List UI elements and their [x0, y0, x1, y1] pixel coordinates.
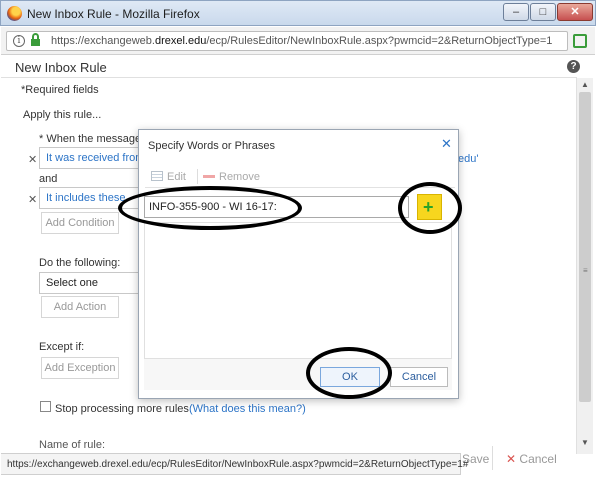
- stop-processing-checkbox[interactable]: [40, 401, 51, 412]
- edit-icon: [151, 171, 163, 181]
- what-does-this-mean-link[interactable]: (What does this mean?): [189, 403, 306, 415]
- status-url: https://exchangeweb.drexel.edu/ecp/Rules…: [7, 459, 469, 470]
- navigation-bar: i https://exchangeweb.drexel.edu/ecp/Rul…: [1, 27, 595, 55]
- footer-divider: [492, 446, 493, 470]
- and-label: and: [39, 173, 58, 185]
- add-condition-button[interactable]: Add Condition: [41, 212, 119, 234]
- phrase-input[interactable]: INFO-355-900 - WI 16-17:: [144, 196, 409, 218]
- url-input[interactable]: i https://exchangeweb.drexel.edu/ecp/Rul…: [6, 31, 568, 51]
- apply-rule-label: Apply this rule...: [23, 109, 102, 121]
- info-icon[interactable]: i: [13, 35, 25, 47]
- condition-1-link[interactable]: It was received from: [46, 152, 144, 164]
- cancel-x-icon: ✕: [506, 452, 517, 466]
- firefox-logo-icon: [7, 6, 22, 21]
- toolbar-divider: [197, 169, 198, 184]
- scroll-thumb[interactable]: ≡: [579, 92, 591, 402]
- phrase-list[interactable]: [144, 222, 452, 359]
- remove-condition-2-icon[interactable]: ✕: [28, 193, 37, 206]
- remove-button[interactable]: Remove: [219, 171, 260, 183]
- scroll-down-icon[interactable]: ▼: [581, 438, 589, 447]
- lock-icon: [31, 33, 40, 46]
- page-scrollbar[interactable]: ▲ ≡ ▼: [576, 78, 593, 454]
- condition-1-value-tail[interactable]: edu': [458, 153, 478, 165]
- dialog-title: Specify Words or Phrases: [148, 140, 275, 152]
- maximize-button[interactable]: □: [530, 3, 556, 21]
- condition-2-link[interactable]: It includes these: [46, 192, 126, 204]
- dialog-footer: OK Cancel: [144, 358, 452, 390]
- close-window-button[interactable]: ✕: [557, 3, 593, 21]
- page-title: New Inbox Rule: [15, 60, 107, 75]
- dialog-close-icon[interactable]: ✕: [441, 136, 452, 152]
- remove-icon: [203, 175, 215, 178]
- minimize-button[interactable]: –: [503, 3, 529, 21]
- plus-icon: +: [423, 197, 434, 217]
- do-following-label: Do the following:: [39, 257, 121, 269]
- specify-words-dialog: Specify Words or Phrases ✕ Edit Remove I…: [138, 129, 459, 399]
- stop-processing-label: Stop processing more rules: [55, 403, 189, 415]
- condition-1-box[interactable]: It was received from: [39, 147, 144, 169]
- url-text: https://exchangeweb.drexel.edu/ecp/Rules…: [51, 35, 553, 47]
- extension-icon[interactable]: [573, 34, 587, 48]
- action-select[interactable]: Select one: [39, 272, 139, 294]
- grip-icon: ≡: [583, 266, 588, 275]
- edit-button[interactable]: Edit: [167, 171, 186, 183]
- page-header: New Inbox Rule ?: [1, 56, 580, 78]
- condition-2-box[interactable]: It includes these: [39, 187, 139, 209]
- required-note: *Required fields: [21, 84, 99, 96]
- remove-condition-1-icon[interactable]: ✕: [28, 153, 37, 166]
- ok-button[interactable]: OK: [320, 367, 380, 387]
- window-title: New Inbox Rule - Mozilla Firefox: [27, 7, 200, 21]
- add-phrase-button[interactable]: +: [417, 194, 442, 220]
- dialog-cancel-button[interactable]: Cancel: [390, 367, 448, 387]
- add-action-button[interactable]: Add Action: [41, 296, 119, 318]
- cancel-label: Cancel: [519, 452, 557, 466]
- add-exception-button[interactable]: Add Exception: [41, 357, 119, 379]
- status-bar: https://exchangeweb.drexel.edu/ecp/Rules…: [1, 453, 468, 475]
- when-label: * When the message: [39, 133, 142, 145]
- scroll-up-icon[interactable]: ▲: [581, 80, 589, 89]
- help-icon[interactable]: ?: [567, 60, 580, 73]
- except-if-label: Except if:: [39, 341, 85, 353]
- cancel-rule-button[interactable]: ✕ Cancel: [506, 448, 557, 470]
- window-titlebar: New Inbox Rule - Mozilla Firefox – □ ✕: [0, 0, 596, 26]
- dialog-toolbar: Edit Remove: [145, 166, 455, 188]
- rule-name-label: Name of rule:: [39, 439, 106, 451]
